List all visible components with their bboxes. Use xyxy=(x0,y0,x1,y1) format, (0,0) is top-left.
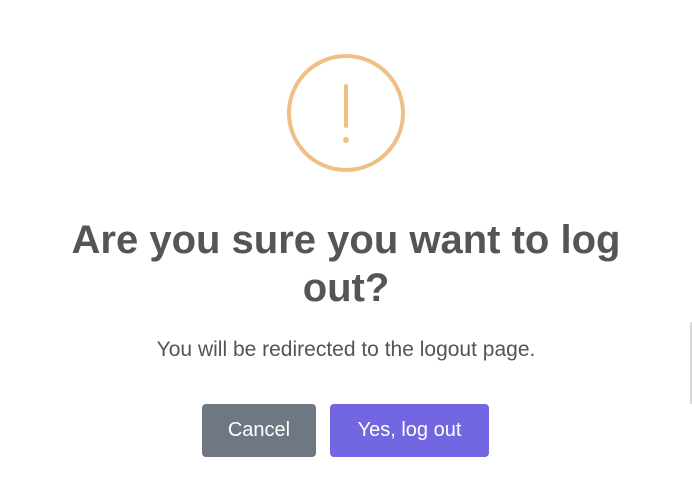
warning-exclamation-icon xyxy=(287,54,405,172)
cancel-button[interactable]: Cancel xyxy=(202,404,316,457)
exclamation-dot xyxy=(343,137,349,143)
dialog-title: Are you sure you want to log out? xyxy=(71,218,621,310)
dialog-actions: Cancel Yes, log out xyxy=(0,404,692,457)
dialog-message: You will be redirected to the logout pag… xyxy=(156,338,536,361)
exclamation-bar xyxy=(344,84,348,128)
confirm-logout-button[interactable]: Yes, log out xyxy=(330,404,489,457)
logout-confirm-dialog: Are you sure you want to log out? You wi… xyxy=(0,0,692,489)
